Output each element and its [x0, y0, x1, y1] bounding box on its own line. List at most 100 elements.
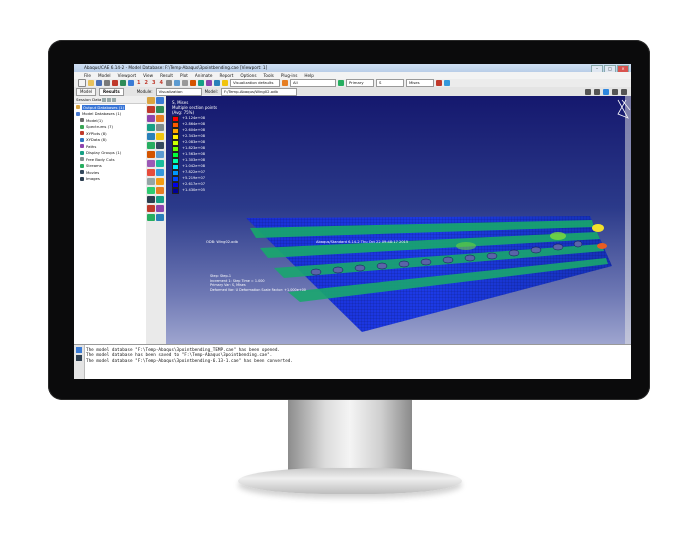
tree-item-label: Output Databases (1)	[82, 104, 126, 110]
magnify-icon[interactable]	[181, 80, 188, 86]
view-3-button[interactable]: 3	[151, 80, 156, 86]
palette-tool-icon[interactable]	[156, 196, 164, 203]
next-frame-icon[interactable]	[612, 88, 618, 95]
palette-tool-icon[interactable]	[147, 196, 155, 203]
palette-tool-icon[interactable]	[147, 97, 155, 104]
wing-contour-plot[interactable]	[166, 96, 631, 344]
menu-report[interactable]: Report	[219, 73, 233, 78]
palette-tool-icon[interactable]	[147, 124, 155, 131]
all-select[interactable]: All	[289, 79, 336, 87]
save-icon[interactable]	[96, 80, 102, 86]
palette-tool-icon[interactable]	[147, 160, 155, 167]
palette-tool-icon[interactable]	[147, 106, 155, 113]
cancel-icon[interactable]	[112, 80, 118, 86]
menu-model[interactable]: Model	[98, 73, 111, 78]
tree-expand-icon[interactable]	[107, 97, 112, 102]
print-icon[interactable]	[104, 80, 110, 86]
view-1-button[interactable]: 1	[136, 80, 141, 86]
last-frame-icon[interactable]	[621, 88, 627, 95]
palette-tool-icon[interactable]	[147, 214, 155, 221]
palette-tool-icon[interactable]	[147, 115, 155, 122]
tree-node-icon	[80, 131, 84, 136]
deformed-icon[interactable]	[443, 80, 450, 86]
tab-results[interactable]: Results	[99, 87, 124, 96]
perspective-icon[interactable]	[197, 80, 204, 86]
model-label: Model:	[204, 89, 218, 94]
palette-tool-icon[interactable]	[147, 151, 155, 158]
pan-icon[interactable]	[165, 80, 172, 86]
tree-filter-icon[interactable]	[102, 97, 107, 102]
display-group-icon[interactable]	[337, 80, 344, 86]
model-select[interactable]: F:/Temp-Abaqus/Wing02.odb	[220, 87, 297, 96]
tree-node-icon	[80, 176, 84, 181]
menu-viewport[interactable]: Viewport	[118, 73, 137, 78]
new-file-icon[interactable]	[78, 79, 86, 87]
palette-tool-icon[interactable]	[156, 97, 164, 104]
palette-tool-icon[interactable]	[156, 169, 164, 176]
palette-tool-icon[interactable]	[156, 160, 164, 167]
monitor-stand-base	[238, 468, 462, 494]
visualization-defaults-select[interactable]: Visualization defaults	[229, 79, 280, 87]
palette-tool-icon[interactable]	[156, 133, 164, 140]
contour-icon[interactable]	[435, 80, 442, 86]
field-select[interactable]: S	[375, 79, 404, 87]
view-4-button[interactable]: 4	[158, 80, 163, 86]
menu-animate[interactable]: Animate	[195, 73, 213, 78]
palette-tool-icon[interactable]	[147, 187, 155, 194]
tree-item-label: Paths	[86, 143, 97, 149]
viewport-scrollbar[interactable]	[625, 96, 631, 344]
menu-file[interactable]: File	[84, 73, 91, 78]
view-2-button[interactable]: 2	[143, 80, 148, 86]
python-console-icon[interactable]	[76, 355, 82, 361]
tab-model[interactable]: Model	[76, 87, 97, 96]
palette-tool-icon[interactable]	[147, 142, 155, 149]
palette-tool-icon[interactable]	[147, 205, 155, 212]
render-icon[interactable]	[205, 80, 212, 86]
query-icon[interactable]	[213, 80, 220, 86]
tree-item-label: Images	[86, 176, 100, 182]
message-icon[interactable]	[76, 347, 82, 353]
rotate-icon[interactable]	[173, 80, 180, 86]
abaqus-window: Abaqus/CAE 6.14-2 - Model Database: F:\T…	[74, 64, 631, 379]
menu-plot[interactable]: Plot	[180, 73, 188, 78]
viewport[interactable]: S, Mises Multiple section points (Avg: 7…	[166, 96, 631, 344]
tree-collapse-icon[interactable]	[112, 97, 117, 102]
module-select[interactable]: Visualization	[155, 87, 202, 96]
first-frame-icon[interactable]	[585, 88, 591, 95]
mises-select[interactable]: Mises	[405, 79, 434, 87]
palette-tool-icon[interactable]	[156, 178, 164, 185]
palette-tool-icon[interactable]	[156, 106, 164, 113]
palette-tool-icon[interactable]	[156, 151, 164, 158]
palette-tool-icon[interactable]	[156, 115, 164, 122]
menu-result[interactable]: Result	[160, 73, 173, 78]
zoom-icon[interactable]	[120, 80, 126, 86]
palette-tool-icon[interactable]	[156, 187, 164, 194]
palette-tool-icon[interactable]	[147, 169, 155, 176]
menu-view[interactable]: View	[143, 73, 153, 78]
odb-label: ODB: Wing02.odb	[206, 240, 238, 244]
palette-tool-icon[interactable]	[156, 142, 164, 149]
tree-item-label: Model(1)	[86, 117, 103, 123]
color-code-icon[interactable]	[281, 80, 288, 86]
tree-item-label: Movies	[86, 169, 100, 175]
module-label: Module:	[136, 89, 153, 94]
menu-help[interactable]: Help	[304, 73, 314, 78]
odb-info: Abaqus/Standard 6.14-2 Thu Oct 22 09:48:…	[316, 240, 409, 244]
palette-tool-icon[interactable]	[156, 205, 164, 212]
play-icon[interactable]	[603, 88, 609, 95]
menu-plugins[interactable]: Plug-ins	[281, 73, 298, 78]
palette-tool-icon[interactable]	[156, 214, 164, 221]
help-icon[interactable]	[221, 80, 228, 86]
tree-item[interactable]: Images	[74, 176, 146, 183]
menu-tools[interactable]: Tools	[264, 73, 274, 78]
palette-tool-icon[interactable]	[147, 178, 155, 185]
menu-options[interactable]: Options	[240, 73, 256, 78]
tree-node-icon	[80, 157, 84, 162]
palette-tool-icon[interactable]	[147, 133, 155, 140]
palette-tool-icon[interactable]	[156, 124, 164, 131]
open-folder-icon[interactable]	[88, 80, 94, 86]
cycle-icon[interactable]	[189, 80, 196, 86]
primary-select[interactable]: Primary	[345, 79, 374, 87]
prev-frame-icon[interactable]	[594, 88, 600, 95]
view-icon[interactable]	[128, 80, 134, 86]
